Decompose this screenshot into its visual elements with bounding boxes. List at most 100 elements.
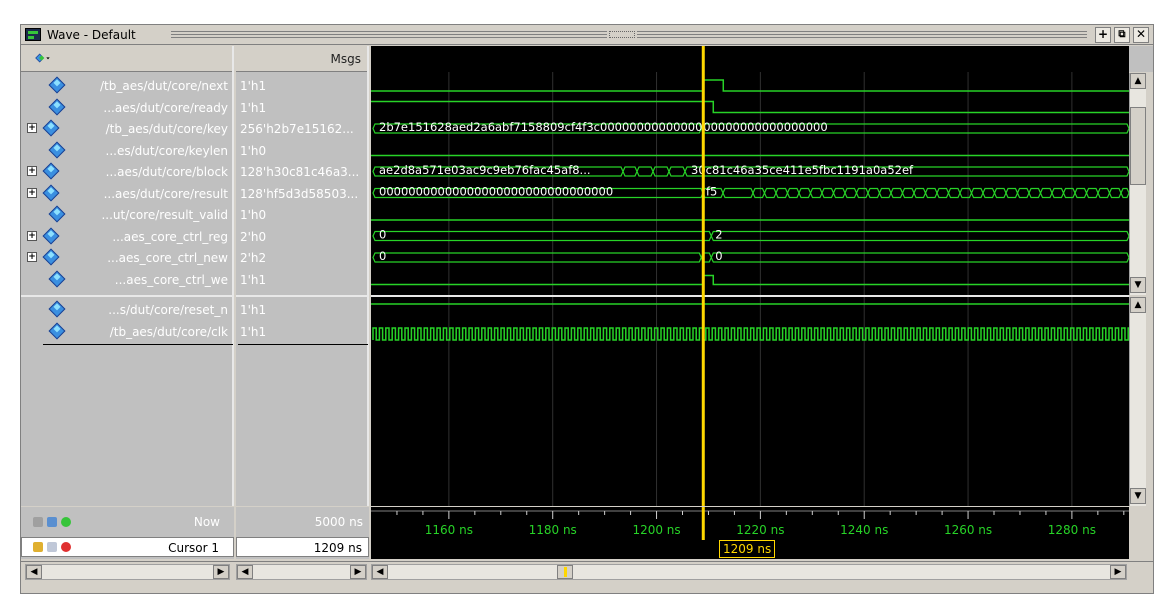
cursor-time-tag[interactable]: 1209 ns [719,540,776,558]
signal-value-row[interactable]: 1'h1 [236,270,367,290]
signal-row[interactable]: + /tb_aes/dut/core/key [21,119,232,139]
scroll-left-button[interactable]: ◀ [237,565,253,579]
scroll-up-button[interactable]: ▲ [1130,297,1146,313]
signal-row[interactable]: ...aes_core_ctrl_we [21,270,232,290]
add-cursor-icon[interactable] [33,517,43,527]
group-divider[interactable] [236,295,367,297]
waveform-pane[interactable]: 2b7e151628aed2a6abf7158809cf4f3c00000000… [371,46,1129,506]
title-bar[interactable]: Wave - Default + ⧉ ✕ [21,25,1153,45]
scroll-down-button[interactable]: ▼ [1130,277,1146,293]
wave-result-segment [890,187,904,199]
cursor-name[interactable]: Cursor 1 [168,541,219,555]
signal-row[interactable]: ...es/dut/core/keylen [21,141,232,161]
signal-value-row[interactable]: 128'h30c81c46a3... [236,162,367,182]
add-icon[interactable] [61,517,71,527]
scroll-right-button[interactable]: ▶ [350,565,366,579]
signal-value-row[interactable]: 1'h1 [236,322,367,342]
output-diamond-icon [48,98,66,115]
signal-name[interactable]: ...aes_core_ctrl_we [115,273,228,287]
wave-scroll-thumb[interactable] [557,565,573,579]
undock-button[interactable]: ⧉ [1114,27,1130,43]
wave-pane-hscroll[interactable]: ◀ ▶ [371,564,1127,580]
signal-row[interactable]: ...aes/dut/core/ready [21,98,232,118]
signal-name[interactable]: ...es/dut/core/keylen [106,144,228,158]
scroll-left-button[interactable]: ◀ [372,565,388,579]
scroll-right-button[interactable]: ▶ [213,565,229,579]
edit-icon[interactable] [47,542,57,552]
expand-icon[interactable]: + [27,166,37,176]
expand-icon[interactable]: + [27,252,37,262]
expand-icon[interactable]: + [27,123,37,133]
signal-value-row[interactable]: 1'h1 [236,76,367,96]
expand-icon[interactable]: + [27,187,37,198]
name-pane-hscroll[interactable]: ◀ ▶ [25,564,230,580]
group-divider[interactable] [21,295,232,297]
waveform-canvas[interactable]: 2b7e151628aed2a6abf7158809cf4f3c00000000… [371,46,1129,506]
wave-result-segment [993,187,1007,199]
value-pane-hscroll[interactable]: ◀ ▶ [236,564,367,580]
expand-icon[interactable]: + [27,230,37,241]
signal-row[interactable]: + ...aes_core_ctrl_new [21,248,232,268]
cursor-value-box[interactable]: 1209 ns [236,537,369,557]
signal-value-row[interactable]: 2'h2 [236,248,367,268]
value-pane-header: Msgs [236,46,367,72]
signal-name[interactable]: ...aes/dut/core/block [106,165,228,179]
input-diamond-icon [48,141,66,158]
wave-result-segment [821,187,835,199]
signal-value-row[interactable]: 1'h1 [236,300,367,320]
bottom-vertical-scrollbar[interactable]: ▲ ▼ [1129,297,1146,506]
cursor-row[interactable]: Cursor 1 [21,537,234,557]
signal-value-row[interactable]: 1'h1 [236,98,367,118]
scroll-thumb[interactable] [1130,107,1146,185]
signal-name[interactable]: ...s/dut/core/reset_n [108,303,228,317]
cursor-time-value[interactable]: 1209 ns [314,541,362,555]
signal-name[interactable]: /tb_aes/dut/core/next [100,79,228,93]
signal-row[interactable]: + ...aes_core_ctrl_reg [21,227,232,247]
ruler-tick-label: 1200 ns [632,523,680,537]
ruler-tick-label: 1220 ns [736,523,784,537]
signal-row[interactable]: /tb_aes/dut/core/next [21,76,232,96]
msgs-header-label: Msgs [330,52,361,66]
wave-result-segment [936,187,950,199]
signal-name[interactable]: ...aes/dut/core/ready [103,101,228,115]
signal-value: 128'hf5d3d58503... [240,186,359,201]
signal-value-row[interactable]: 2'h0 [236,227,367,247]
scroll-down-button[interactable]: ▼ [1130,488,1146,504]
wave-result-segment [1097,187,1111,199]
signal-row[interactable]: ...ut/core/result_valid [21,205,232,225]
drag-grip-icon[interactable] [609,31,635,38]
signal-row[interactable]: + ...aes/dut/core/result [21,184,232,204]
scroll-up-button[interactable]: ▲ [1130,73,1146,89]
lock-icon[interactable] [33,542,43,552]
timeline-ruler[interactable]: 1160 ns 1180 ns 1200 ns 1220 ns 1240 ns 1260 … [371,507,1129,559]
signal-value: 1'h1 [240,325,267,339]
signal-name[interactable]: ...aes_core_ctrl_new [107,251,228,265]
wave-ctrl-new-label: 0 [379,249,386,263]
signal-value-row[interactable]: 128'hf5d3d58503... [236,184,367,204]
signal-value: 1'h1 [240,79,267,93]
cursor-list-icon[interactable] [47,517,57,527]
dock-button[interactable]: + [1095,27,1111,43]
signal-name[interactable]: ...ut/core/result_valid [101,208,228,222]
signal-row[interactable]: /tb_aes/dut/core/clk [21,322,232,342]
signal-value-row[interactable]: 1'h0 [236,205,367,225]
wave-result-segment [1074,187,1088,199]
signal-row[interactable]: + ...aes/dut/core/block [21,162,232,182]
signal-value-row[interactable]: 256'h2b7e15162... [236,119,367,139]
close-button[interactable]: ✕ [1133,27,1149,43]
signal-name[interactable]: /tb_aes/dut/core/clk [110,325,228,339]
signal-name[interactable]: ...aes/dut/core/result [104,187,228,201]
scroll-left-button[interactable]: ◀ [26,565,42,579]
signal-name[interactable]: /tb_aes/dut/core/key [106,122,228,136]
wave-result-segment [763,187,777,199]
sort-diamond-icon[interactable] [35,52,51,64]
wave-clk [372,327,1129,341]
remove-icon[interactable] [61,542,71,552]
scroll-right-button[interactable]: ▶ [1110,565,1126,579]
signal-name[interactable]: ...aes_core_ctrl_reg [112,230,228,244]
wave-ctrl-reg-label: 0 [379,228,386,242]
signal-value-row[interactable]: 1'h0 [236,141,367,161]
signal-row[interactable]: ...s/dut/core/reset_n [21,300,232,320]
wave-block-segment [622,166,638,177]
top-vertical-scrollbar[interactable]: ▲ ▼ [1129,73,1146,295]
